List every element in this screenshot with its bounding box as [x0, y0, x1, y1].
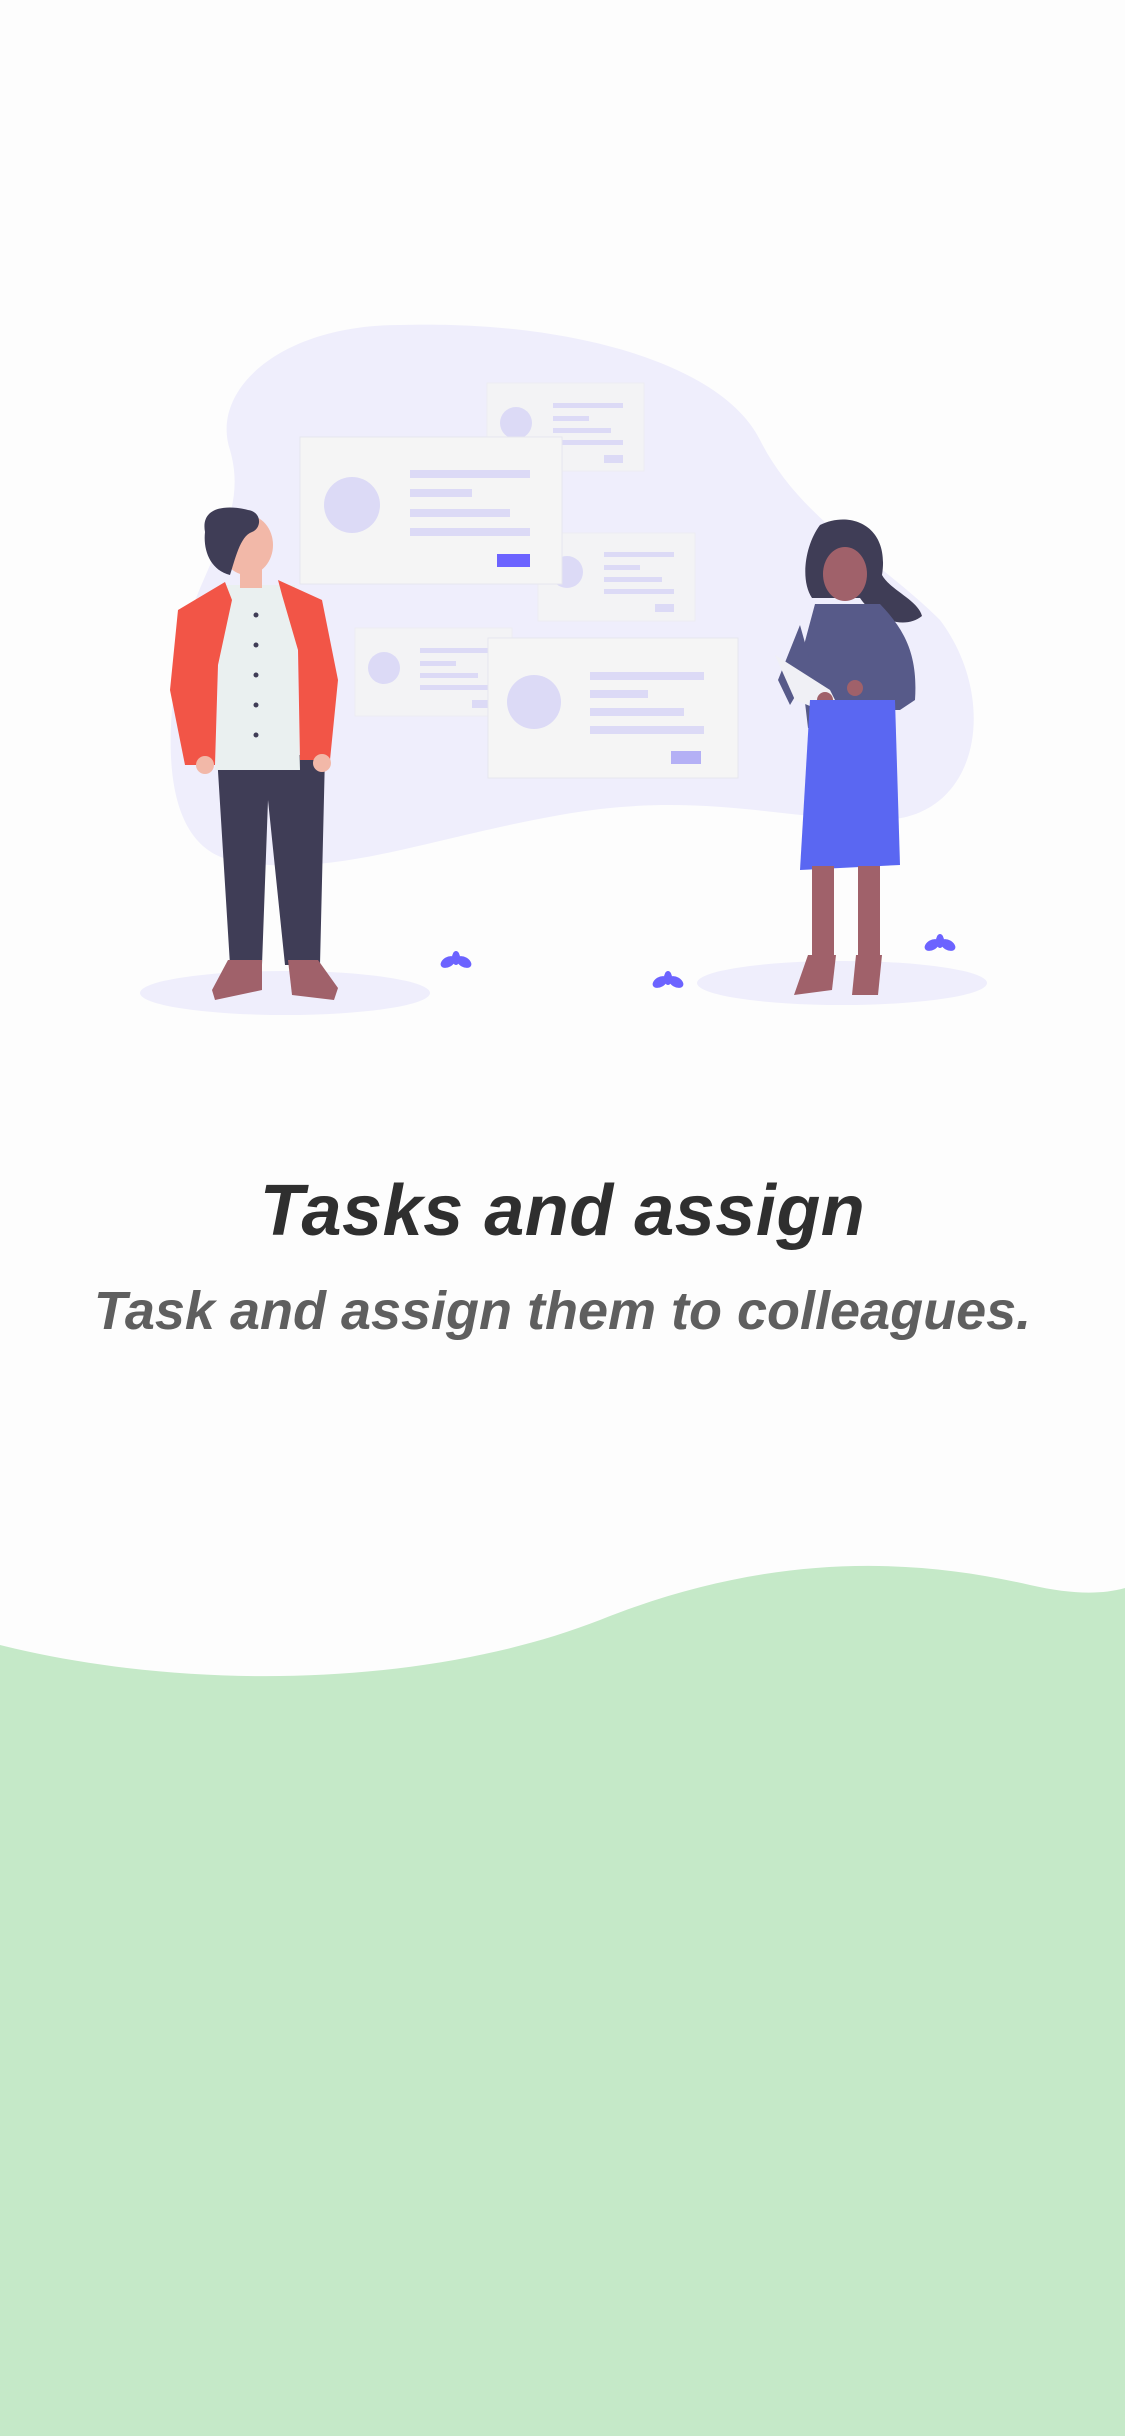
bottom-wave-background: [0, 1565, 1125, 2436]
card-large-top: [299, 436, 563, 585]
team-collaboration-illustration: [140, 324, 987, 1015]
man-shadow: [140, 971, 430, 1015]
onboarding-title: Tasks and assign: [259, 1171, 866, 1251]
plant-left: [440, 951, 472, 968]
plant-right: [924, 934, 956, 951]
woman-shadow: [697, 961, 987, 1005]
card-large-bottom: [487, 637, 739, 779]
onboarding-text: Tasks and assign Task and assign them to…: [0, 1170, 1125, 1342]
onboarding-subtitle: Task and assign them to colleagues.: [93, 1281, 1032, 1341]
onboarding-screen: Tasks and assign Task and assign them to…: [0, 0, 1125, 2436]
plant-middle: [652, 971, 684, 988]
